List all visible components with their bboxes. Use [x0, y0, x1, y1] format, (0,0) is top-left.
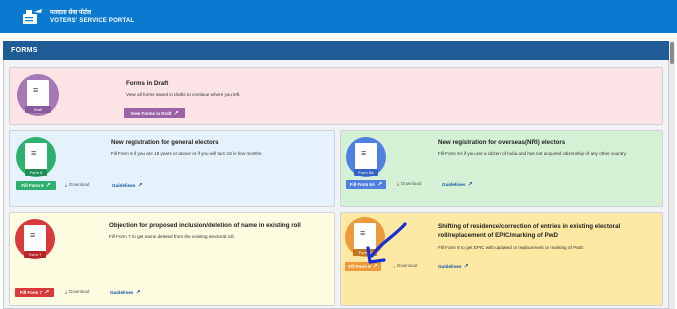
download-icon: ⤓	[65, 289, 68, 294]
guidelines-label: Guidelines	[438, 264, 462, 269]
forms-in-draft-card: ≡ Draft Forms in Draft View all forms sa…	[9, 67, 663, 125]
user-remove-icon: ≡	[30, 230, 36, 240]
portal-title-english: VOTERS' SERVICE PORTAL	[50, 17, 135, 24]
view-draft-label: View Forms in Draft	[130, 110, 172, 116]
form-7-description: Fill Form 7 to get name deleted from the…	[109, 234, 235, 239]
form-6a-tag: Form 6A	[354, 169, 378, 176]
external-link-icon: ↗	[137, 183, 143, 189]
external-link-icon: ↗	[463, 264, 469, 270]
form-6-guidelines-link[interactable]: Guidelines ↗	[112, 182, 143, 189]
fill-form-6a-label: Fill Form 6A	[349, 182, 376, 187]
form-6-description: Fill Form 6 if you are 18 years or above…	[111, 151, 262, 156]
external-link-icon: ↗	[173, 110, 179, 117]
guidelines-label: Guidelines	[110, 290, 134, 295]
guidelines-label: Guidelines	[442, 182, 466, 187]
external-link-icon: ↗	[45, 183, 51, 189]
arrow-annotation	[366, 222, 407, 264]
fill-form-6a-button[interactable]: Fill Form 6A ↗	[346, 180, 386, 189]
scrollbar-thumb[interactable]	[670, 42, 674, 64]
form-6a-guidelines-link[interactable]: Guidelines ↗	[442, 181, 473, 188]
edit-lines-icon: ≡	[33, 85, 39, 95]
download-label: Download	[69, 182, 90, 187]
form-6-tag: Form 6	[25, 169, 47, 176]
form-8-title-line2: roll/replacement of EPIC/marking of PwD	[438, 232, 558, 240]
top-bar: मतदाता सेवा पोर्टल VOTERS' SERVICE PORTA…	[0, 0, 677, 33]
download-label: Download	[69, 289, 90, 294]
external-link-icon: ↗	[377, 182, 383, 188]
fill-form-7-button[interactable]: Fill Form 7 ↗	[15, 288, 54, 297]
eci-logo-icon[interactable]	[22, 8, 44, 26]
globe-user-icon: ≡	[361, 148, 367, 158]
download-label: Download	[401, 181, 422, 186]
form-6a-title: New registration for overseas(NRI) elect…	[438, 139, 566, 146]
form-7-card: ≡ Form 7 Objection for proposed inclusio…	[9, 212, 335, 306]
external-link-icon: ↗	[44, 290, 50, 296]
download-icon: ⤓	[397, 181, 400, 186]
user-add-icon: ≡	[31, 148, 37, 158]
portal-title-hindi: मतदाता सेवा पोर्टल	[50, 9, 92, 16]
external-link-icon: ↗	[467, 182, 473, 188]
fill-form-6-label: Fill Form 6	[21, 183, 44, 188]
form-8-description: Fill Form 8 to get EPIC with updated or …	[438, 245, 585, 250]
form-6a-card: ≡ Form 6A New registration for overseas(…	[340, 130, 663, 207]
draft-tag: Draft	[25, 106, 51, 113]
view-forms-in-draft-button[interactable]: View Forms in Draft ↗	[124, 108, 185, 118]
form-7-title: Objection for proposed inclusion/deletio…	[109, 222, 301, 229]
draft-description: View all forms saved in drafts to contin…	[126, 92, 241, 97]
form-8-title-line1: Shifting of residence/correction of entr…	[438, 223, 621, 230]
form-6a-download-link[interactable]: ⤓ Download	[397, 181, 421, 186]
form-6-card: ≡ Form 6 New registration for general el…	[9, 130, 335, 207]
guidelines-label: Guidelines	[112, 183, 136, 188]
download-icon: ⤓	[65, 182, 68, 187]
form-6-title: New registration for general electors	[111, 139, 219, 146]
external-link-icon: ↗	[135, 290, 141, 296]
fill-form-6-button[interactable]: Fill Form 6 ↗	[16, 181, 56, 190]
form-7-download-link[interactable]: ⤓ Download	[65, 289, 89, 294]
form-6a-description: Fill Form 6A if you are a citizen of Ind…	[438, 151, 648, 158]
fill-form-7-label: Fill Form 7	[19, 290, 43, 295]
scrollbar-track[interactable]	[669, 41, 675, 309]
draft-title: Forms in Draft	[126, 80, 169, 87]
form-8-title: Shifting of residence/correction of entr…	[438, 222, 620, 241]
form-6a-desc-text: Fill Form 6A if you are a citizen of Ind…	[438, 151, 627, 156]
form-7-tag: Form 7	[24, 251, 46, 258]
portal-title[interactable]: मतदाता सेवा पोर्टल VOTERS' SERVICE PORTA…	[50, 10, 134, 24]
forms-section-header: FORMS	[3, 41, 669, 60]
form-8-guidelines-link[interactable]: Guidelines ↗	[438, 263, 469, 270]
form-7-guidelines-link[interactable]: Guidelines ↗	[110, 289, 141, 296]
form-6-download-link[interactable]: ⤓ Download	[65, 182, 89, 187]
